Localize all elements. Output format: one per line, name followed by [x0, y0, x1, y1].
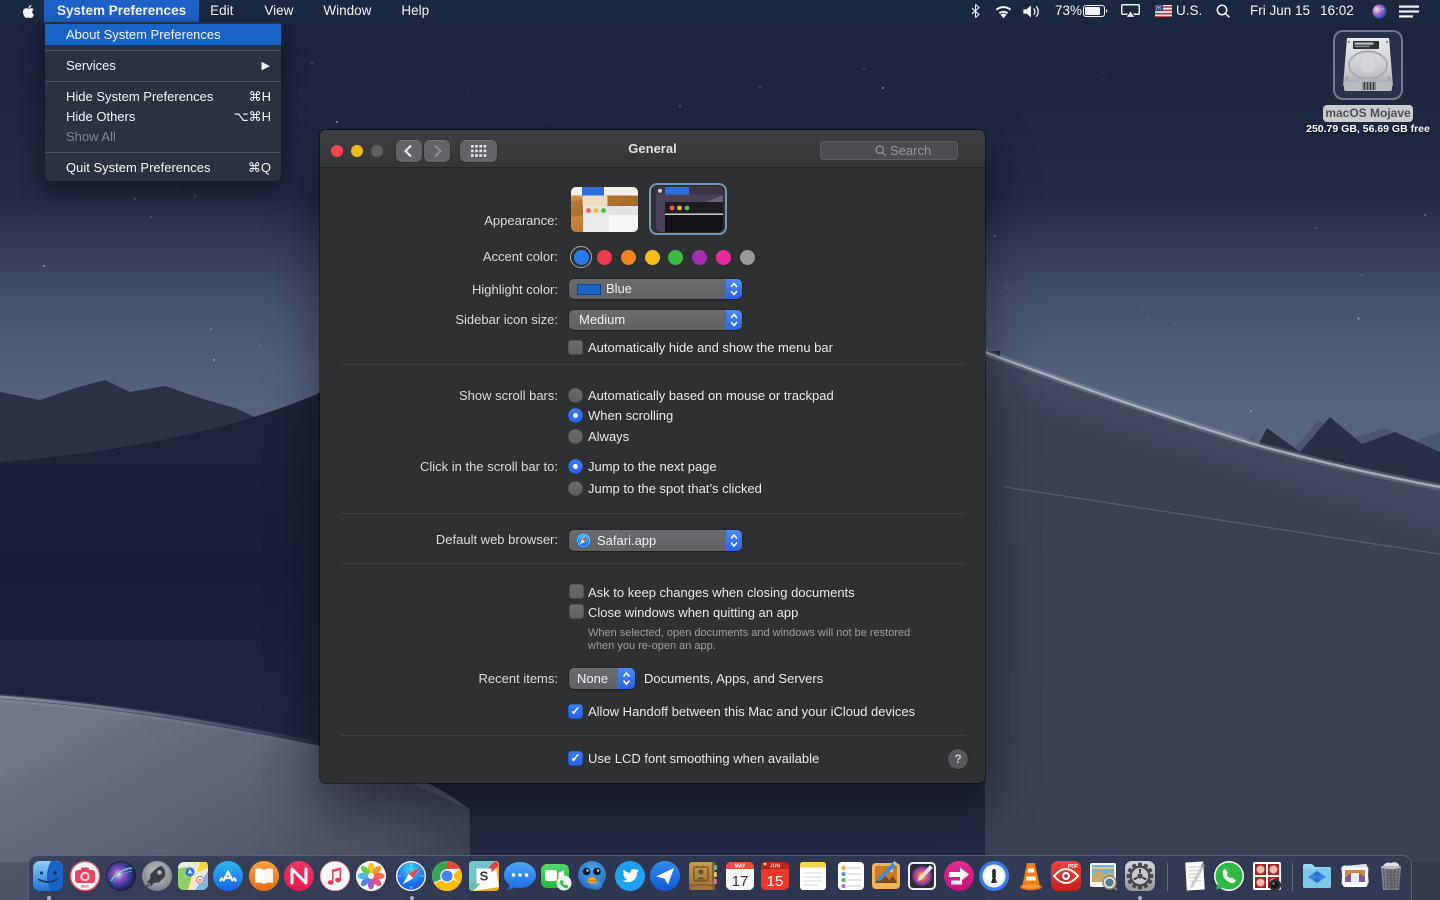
svg-text:JUN: JUN: [770, 864, 781, 870]
svg-text:HEIC: HEIC: [81, 885, 90, 889]
svg-text:15: 15: [767, 873, 784, 890]
svg-text:17: 17: [732, 873, 749, 890]
svg-text:MAY: MAY: [734, 864, 746, 870]
svg-text:30: 30: [197, 878, 203, 883]
svg-text:PDF: PDF: [1068, 864, 1078, 870]
svg-text:S: S: [480, 869, 489, 884]
